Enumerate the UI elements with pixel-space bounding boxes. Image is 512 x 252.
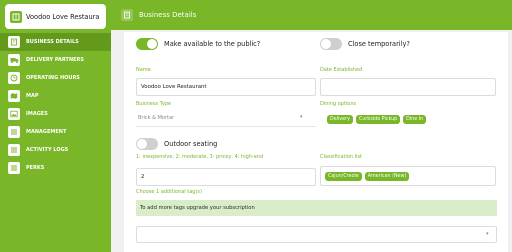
price-level-input[interactable]: 2 [136, 168, 316, 186]
public-toggle[interactable] [136, 38, 158, 50]
date-established-input[interactable] [320, 78, 496, 96]
building-icon [121, 9, 133, 21]
tags-label: Choose 1 additional tag(s) [136, 189, 202, 195]
dining-chip-curbside-pickup[interactable]: Curbside Pickup [355, 115, 401, 124]
classification-input[interactable]: Cajun/Creole American (New) [320, 166, 496, 186]
sidebar-item-operating-hours[interactable]: OPERATING HOURS [0, 69, 111, 87]
close-temporarily-label: Close temporarily? [348, 40, 410, 48]
name-input[interactable]: Voodoo Love Restaurant [136, 78, 316, 96]
sidebar-nav: BUSINESS DETAILS DELIVERY PARTNERS OPERA… [0, 33, 111, 177]
business-details-form: Make available to the public? Close temp… [124, 32, 508, 252]
business-type-label: Business Type [136, 101, 172, 107]
sidebar-item-activity-logs[interactable]: ACTIVITY LOGS [0, 141, 111, 159]
toggle-knob [147, 39, 157, 49]
business-type-value: Brick & Mortar [138, 115, 175, 121]
sidebar-item-label: MAP [26, 93, 39, 99]
sidebar-item-label: MANAGEMENT [26, 129, 67, 135]
public-toggle-label: Make available to the public? [164, 40, 261, 48]
date-established-label: Date Established [320, 67, 363, 73]
sidebar-item-images[interactable]: IMAGES [0, 105, 111, 123]
outdoor-seating-label: Outdoor seating [164, 140, 218, 148]
image-icon [8, 108, 20, 120]
tags-select[interactable] [136, 226, 497, 243]
business-type-select[interactable]: Brick & Mortar [136, 110, 316, 127]
dining-chip-delivery[interactable]: Delivery [327, 115, 353, 124]
sidebar-item-label: DELIVERY PARTNERS [26, 57, 84, 63]
classification-chip-american-new[interactable]: American (New) [364, 171, 410, 181]
list-icon [8, 162, 20, 174]
sidebar-item-label: PERKS [26, 165, 45, 171]
classification-label: Classification list [320, 154, 363, 160]
close-temporarily-toggle[interactable] [320, 38, 342, 50]
building-icon [8, 36, 20, 48]
sidebar-item-label: IMAGES [26, 111, 48, 117]
name-label: Name [136, 67, 151, 73]
toggle-knob [137, 139, 147, 149]
dining-chip-dine-in[interactable]: Dine In [403, 115, 427, 124]
clock-icon [8, 72, 20, 84]
outdoor-seating-toggle[interactable] [136, 138, 158, 150]
upgrade-subscription-notice: To add more tags upgrade your subscripti… [136, 200, 497, 216]
classification-chips: Cajun/Creole American (New) [325, 171, 410, 181]
page-header: Business Details [111, 0, 512, 30]
store-icon [10, 10, 22, 23]
price-level-label: 1: inexpensive, 2: moderate, 3: pricey, … [136, 154, 264, 160]
list-icon [8, 144, 20, 156]
map-icon [8, 90, 20, 102]
classification-chip-cajun-creole[interactable]: Cajun/Creole [325, 171, 362, 181]
toggle-knob [321, 39, 331, 49]
sidebar-item-business-details[interactable]: BUSINESS DETAILS [0, 33, 111, 51]
sidebar-item-map[interactable]: MAP [0, 87, 111, 105]
sidebar-item-management[interactable]: MANAGEMENT [0, 123, 111, 141]
delivery-truck-icon [8, 54, 20, 66]
chevron-down-icon: ▾ [486, 231, 489, 237]
chevron-down-icon: ▾ [300, 114, 303, 120]
dining-options-label: Dining options [320, 101, 357, 107]
store-name: Voodoo Love Restaura [26, 12, 100, 21]
sidebar-item-label: OPERATING HOURS [26, 75, 80, 81]
sidebar-item-label: BUSINESS DETAILS [26, 39, 79, 45]
list-icon [8, 126, 20, 138]
dining-options-chips: Delivery Curbside Pickup Dine In [327, 115, 427, 124]
sidebar-item-delivery-partners[interactable]: DELIVERY PARTNERS [0, 51, 111, 69]
store-selector[interactable]: Voodoo Love Restaura [5, 4, 106, 29]
sidebar: Voodoo Love Restaura BUSINESS DETAILS DE… [0, 0, 111, 252]
sidebar-item-perks[interactable]: PERKS [0, 159, 111, 177]
sidebar-item-label: ACTIVITY LOGS [26, 147, 69, 153]
page-title: Business Details [139, 11, 197, 19]
